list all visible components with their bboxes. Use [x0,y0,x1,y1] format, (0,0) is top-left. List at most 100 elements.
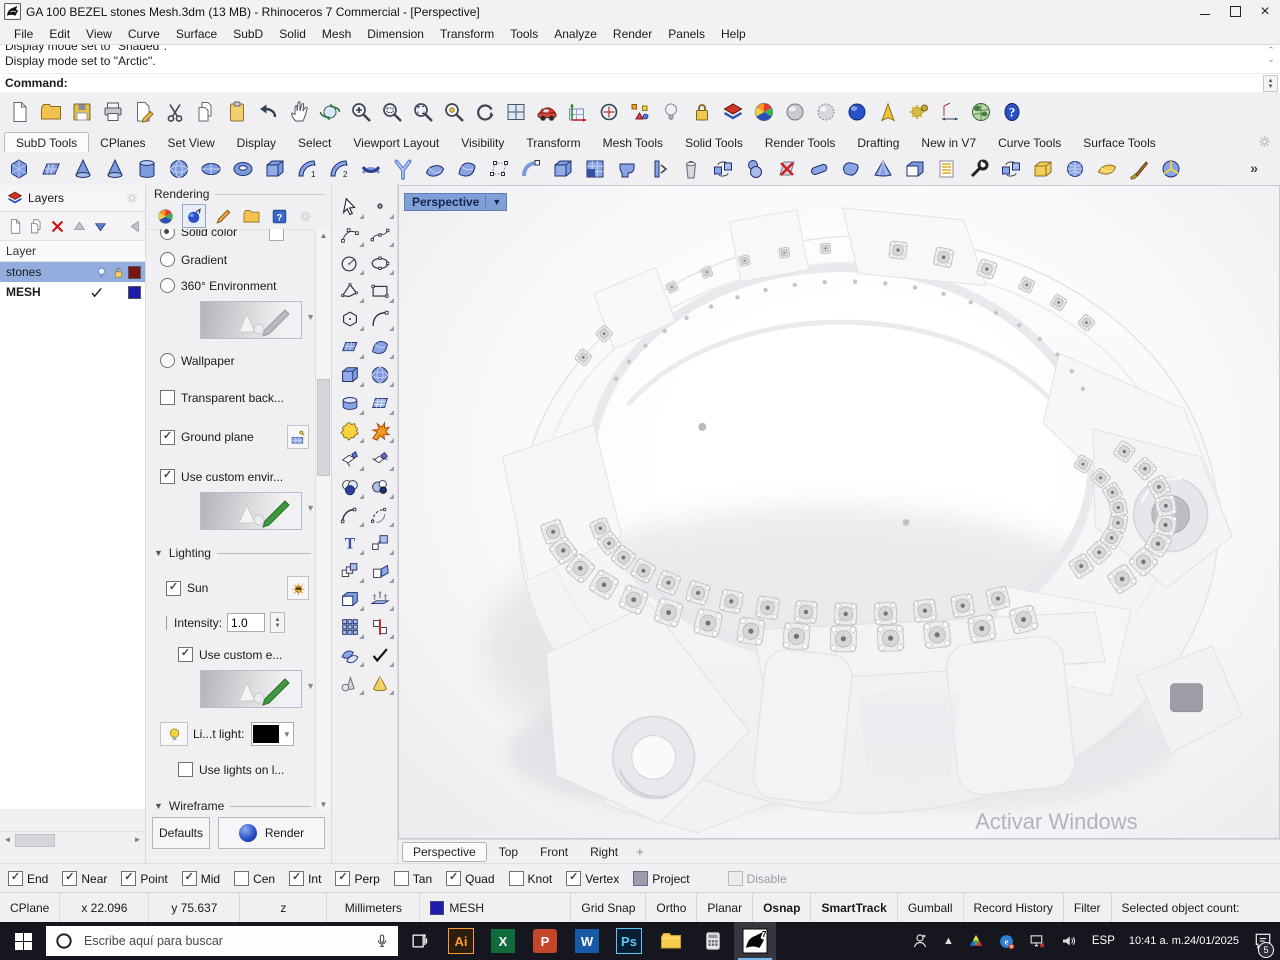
tray-volume-icon[interactable] [1053,922,1085,960]
tab-curve-tools[interactable]: Curve Tools [987,133,1072,152]
checkbox[interactable] [178,647,193,662]
search-input[interactable] [82,933,366,949]
shaded-display-icon[interactable] [779,97,810,127]
subd-torus-icon[interactable] [227,154,259,184]
lighting-section-header[interactable]: ▼ Lighting [154,546,315,560]
subd-cone-icon[interactable] [67,154,99,184]
ground-plane-settings-icon[interactable] [287,425,309,449]
tab-cplanes[interactable]: CPlanes [89,133,156,152]
minimize-button[interactable] [1190,0,1220,23]
ghosted-display-icon[interactable] [810,97,841,127]
collapse-panel-button[interactable] [127,216,145,236]
osnap-vertex[interactable]: Vertex [566,871,619,886]
checkbox[interactable] [727,871,743,886]
toggle-smarttrack[interactable]: SmartTrack [811,893,898,923]
blend-curve-icon[interactable] [365,501,395,529]
subd-sweep-icon[interactable] [803,154,835,184]
checkbox[interactable] [633,871,649,886]
tab-mesh-tools[interactable]: Mesh Tools [592,133,674,152]
subd-display-toggle-icon[interactable] [899,154,931,184]
subd-multipipe-icon[interactable] [387,154,419,184]
scale-icon[interactable] [365,529,395,557]
subd-control-polygon-icon[interactable] [483,154,515,184]
osnap-disable[interactable]: Disable [727,871,787,886]
split-icon[interactable] [365,445,395,473]
subd-show-wire-icon[interactable] [1027,154,1059,184]
ground-plane-checkbox[interactable]: Ground plane [160,425,315,449]
zoom-in-icon[interactable] [345,97,376,127]
environment-preview-dropdown[interactable]: ▼ [200,301,315,339]
spotlight-icon[interactable] [872,97,903,127]
polyline-icon[interactable] [335,277,365,305]
subd-pipe-icon[interactable] [611,154,643,184]
transparent-background-checkbox[interactable]: Transparent back... [160,390,315,405]
menu-file[interactable]: File [6,25,41,43]
render-cone-icon[interactable] [365,669,395,697]
tray-edge-icon[interactable]: e [991,922,1022,960]
earth-icon[interactable] [965,97,996,127]
color-wheel-icon[interactable] [154,205,176,227]
boolean-solid-icon[interactable] [335,585,365,613]
menu-solid[interactable]: Solid [271,25,314,43]
tab-display[interactable]: Display [226,133,287,152]
status-active-layer[interactable]: MESH [420,893,572,923]
task-view-button[interactable] [398,922,440,960]
delete-objects-icon[interactable] [675,154,707,184]
use-custom-environment-checkbox[interactable]: Use custom envir... [160,469,315,484]
menu-mesh[interactable]: Mesh [314,25,359,43]
menu-subd[interactable]: SubD [225,25,271,43]
restore-button[interactable] [1220,0,1250,23]
pan-icon[interactable] [283,97,314,127]
move-car-icon[interactable] [531,97,562,127]
hide-objects-icon[interactable] [655,97,686,127]
tab-select[interactable]: Select [287,133,342,152]
tray-network-icon[interactable] [1022,922,1053,960]
open-folder-icon[interactable] [240,205,262,227]
tab-render-tools[interactable]: Render Tools [754,133,847,152]
array-linear-icon[interactable] [365,613,395,641]
tab-surface-tools[interactable]: Surface Tools [1072,133,1167,152]
perspective-viewport[interactable]: Perspective ▼ Activar Windows Perspectiv… [398,185,1280,863]
layer-row-stones[interactable]: stones [0,262,145,282]
layer-unlocked-icon[interactable] [111,265,126,280]
subd-quadremesh-icon[interactable] [579,154,611,184]
text-object-icon[interactable]: T [335,529,365,557]
tab-set-view[interactable]: Set View [157,133,226,152]
menu-surface[interactable]: Surface [168,25,225,43]
circle-center-icon[interactable] [593,97,624,127]
menu-panels[interactable]: Panels [660,25,713,43]
new-file-icon[interactable] [4,97,35,127]
subd-disc-icon[interactable] [195,154,227,184]
taskbar-file-explorer[interactable] [650,922,692,960]
menu-view[interactable]: View [78,25,120,43]
osnap-knot[interactable]: Knot [508,871,552,886]
subd-to-nurbs-icon[interactable] [1091,154,1123,184]
subd-bridge-icon[interactable] [707,154,739,184]
viewport-title-menu[interactable]: Perspective ▼ [404,193,508,211]
offset-surface-icon[interactable] [335,641,365,669]
sun-use-custom-environment-checkbox[interactable]: Use custom e... [178,647,315,662]
subd-append-face-icon[interactable] [515,154,547,184]
layers-icon[interactable] [717,97,748,127]
subd-from-mesh-icon[interactable] [547,154,579,184]
box-icon[interactable] [335,361,365,389]
render-button[interactable]: Render [218,817,325,849]
checkbox[interactable] [160,429,175,445]
sun-environment-preview-dropdown[interactable]: ▼ [200,670,315,708]
surface-corner-points-icon[interactable] [335,333,365,361]
menu-dimension[interactable]: Dimension [359,25,432,43]
menu-tools[interactable]: Tools [502,25,546,43]
taskbar-photoshop[interactable]: Ps [608,922,650,960]
layer-row-mesh[interactable]: MESH [0,282,145,302]
trim-icon[interactable] [335,445,365,473]
toggle-filter[interactable]: Filter [1064,893,1112,923]
checkbox[interactable] [160,390,175,405]
subd-insert-point-icon[interactable] [739,154,771,184]
subd-sphere-icon[interactable] [3,154,35,184]
color-wheel-icon[interactable] [748,97,779,127]
taskbar-calculator[interactable] [692,922,734,960]
toggle-gumball[interactable]: Gumball [898,893,964,923]
gear-icon[interactable] [125,191,139,205]
subd-patch-icon[interactable] [419,154,451,184]
loft-icon[interactable] [365,333,395,361]
